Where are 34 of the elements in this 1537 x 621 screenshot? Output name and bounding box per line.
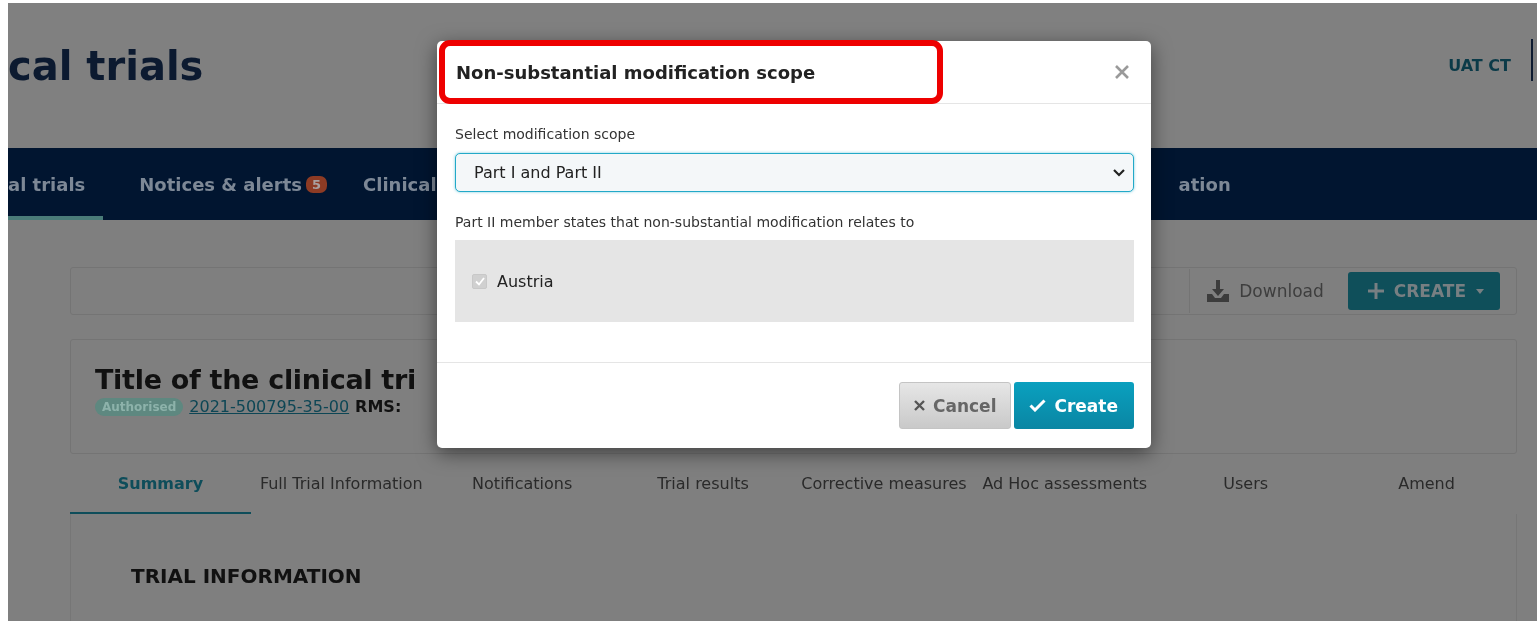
- section-heading: TRIAL INFORMATION: [131, 564, 362, 588]
- tab[interactable]: Summary: [70, 454, 251, 514]
- close-icon: [914, 400, 925, 411]
- user-name[interactable]: UAT CT: [1448, 39, 1533, 81]
- create-button[interactable]: CREATE: [1347, 272, 1500, 310]
- cancel-button[interactable]: Cancel: [899, 382, 1012, 429]
- trial-title: Title of the clinical tri: [95, 364, 417, 395]
- chevron-icon: [1113, 168, 1125, 177]
- page-title: cal trials: [8, 43, 204, 89]
- field-label: Part II member states that non-substantial modification relates to: [455, 214, 916, 230]
- count-badge: 5: [306, 175, 328, 193]
- tab[interactable]: Users: [1155, 454, 1337, 514]
- create-button[interactable]: Create: [1014, 382, 1134, 429]
- tab[interactable]: Amend: [1336, 454, 1517, 514]
- nav-tab[interactable]: ation: [1178, 148, 1231, 220]
- trial-number-link[interactable]: 2021-500795-35-00: [189, 397, 350, 416]
- dialog-title: Non-substantial modification scope: [456, 61, 816, 83]
- rms-label: RMS:: [355, 397, 402, 416]
- scope-dropdown[interactable]: Part I and Part II: [455, 153, 1134, 192]
- download-icon: [1206, 279, 1231, 303]
- close-icon: [1115, 65, 1129, 79]
- tab[interactable]: Full Trial Information: [250, 454, 432, 514]
- plus-icon: [1367, 283, 1384, 299]
- tab[interactable]: Trial results: [612, 454, 794, 514]
- tab[interactable]: Corrective measures: [793, 454, 975, 514]
- field-label: Select modification scope: [455, 126, 637, 142]
- checkmark-icon: [1029, 399, 1047, 412]
- tab[interactable]: Ad Hoc assessments: [974, 454, 1156, 514]
- tab[interactable]: Notifications: [431, 454, 613, 514]
- nav-tab[interactable]: Clinical: [363, 148, 437, 220]
- download-button[interactable]: Download: [1189, 269, 1338, 313]
- close-button[interactable]: [1113, 63, 1131, 81]
- caret-icon: [1476, 288, 1484, 294]
- nav-tab[interactable]: Notices & alerts 5: [139, 148, 328, 220]
